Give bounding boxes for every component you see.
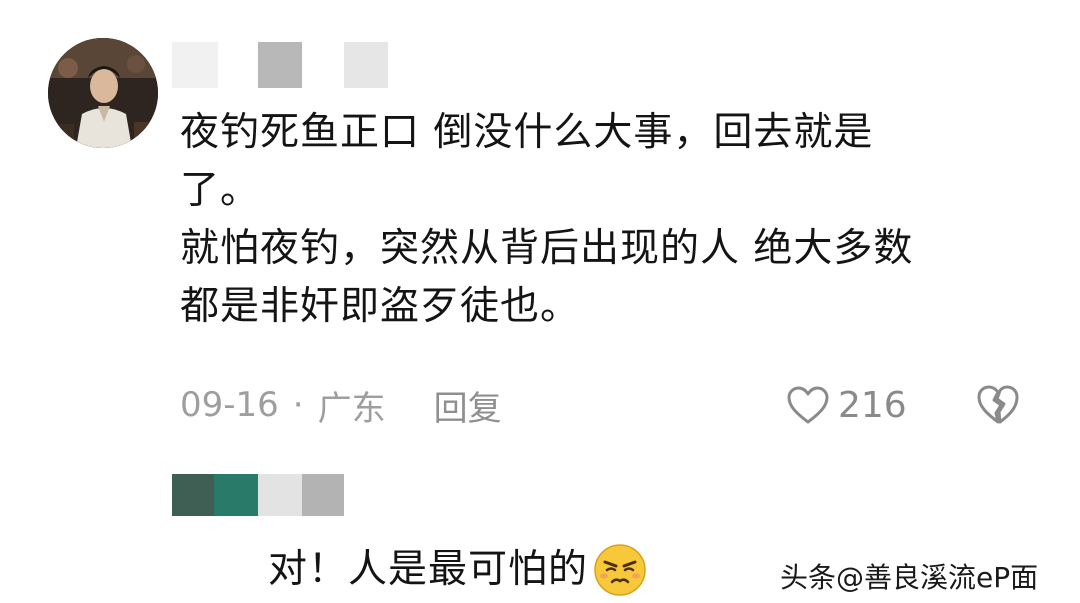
comment-date: 09-16 [180, 385, 279, 425]
reply-text: 对！人是最可怕的 [268, 540, 648, 600]
username-censored[interactable] [172, 42, 392, 88]
censor-block [258, 42, 302, 88]
censor-block [214, 474, 258, 516]
user-avatar[interactable] [48, 38, 158, 148]
meta-separator: · [292, 385, 304, 425]
broken-heart-icon [977, 385, 1019, 424]
censor-block [172, 474, 214, 516]
comment-line: 了。 [180, 168, 261, 213]
reply-button[interactable]: 回复 [434, 381, 502, 430]
comment-text: 夜钓死鱼正口 倒没什么大事，回去就是 了。 就怕夜钓，突然从背后出现的人 绝大多… [180, 104, 1040, 336]
reply-username-censored[interactable] [172, 474, 344, 516]
censor-block [172, 42, 218, 88]
censor-block [258, 474, 302, 516]
comment-thread: 夜钓死鱼正口 倒没什么大事，回去就是 了。 就怕夜钓，突然从背后出现的人 绝大多… [0, 0, 1080, 603]
censor-block [302, 474, 344, 516]
dislike-button[interactable] [974, 380, 1022, 428]
comment-line: 夜钓死鱼正口 倒没什么大事，回去就是 [180, 110, 874, 155]
avatar-photo-icon [48, 38, 158, 148]
comment-meta: 09-16 · 广东 回复 [180, 380, 502, 430]
reply-content: 对！人是最可怕的 [268, 547, 589, 592]
censor-block [344, 42, 388, 88]
comment-line: 都是非奸即盗歹徒也。 [180, 284, 581, 329]
like-button[interactable]: 216 [786, 380, 907, 430]
frowning-face-emoji-icon [592, 542, 648, 598]
like-count: 216 [838, 384, 907, 426]
comment-location: 广东 [317, 388, 386, 429]
heart-outline-icon [787, 386, 829, 424]
comment-line: 就怕夜钓，突然从背后出现的人 绝大多数 [180, 226, 914, 271]
watermark: 头条@善良溪流eP面 [780, 561, 1039, 594]
